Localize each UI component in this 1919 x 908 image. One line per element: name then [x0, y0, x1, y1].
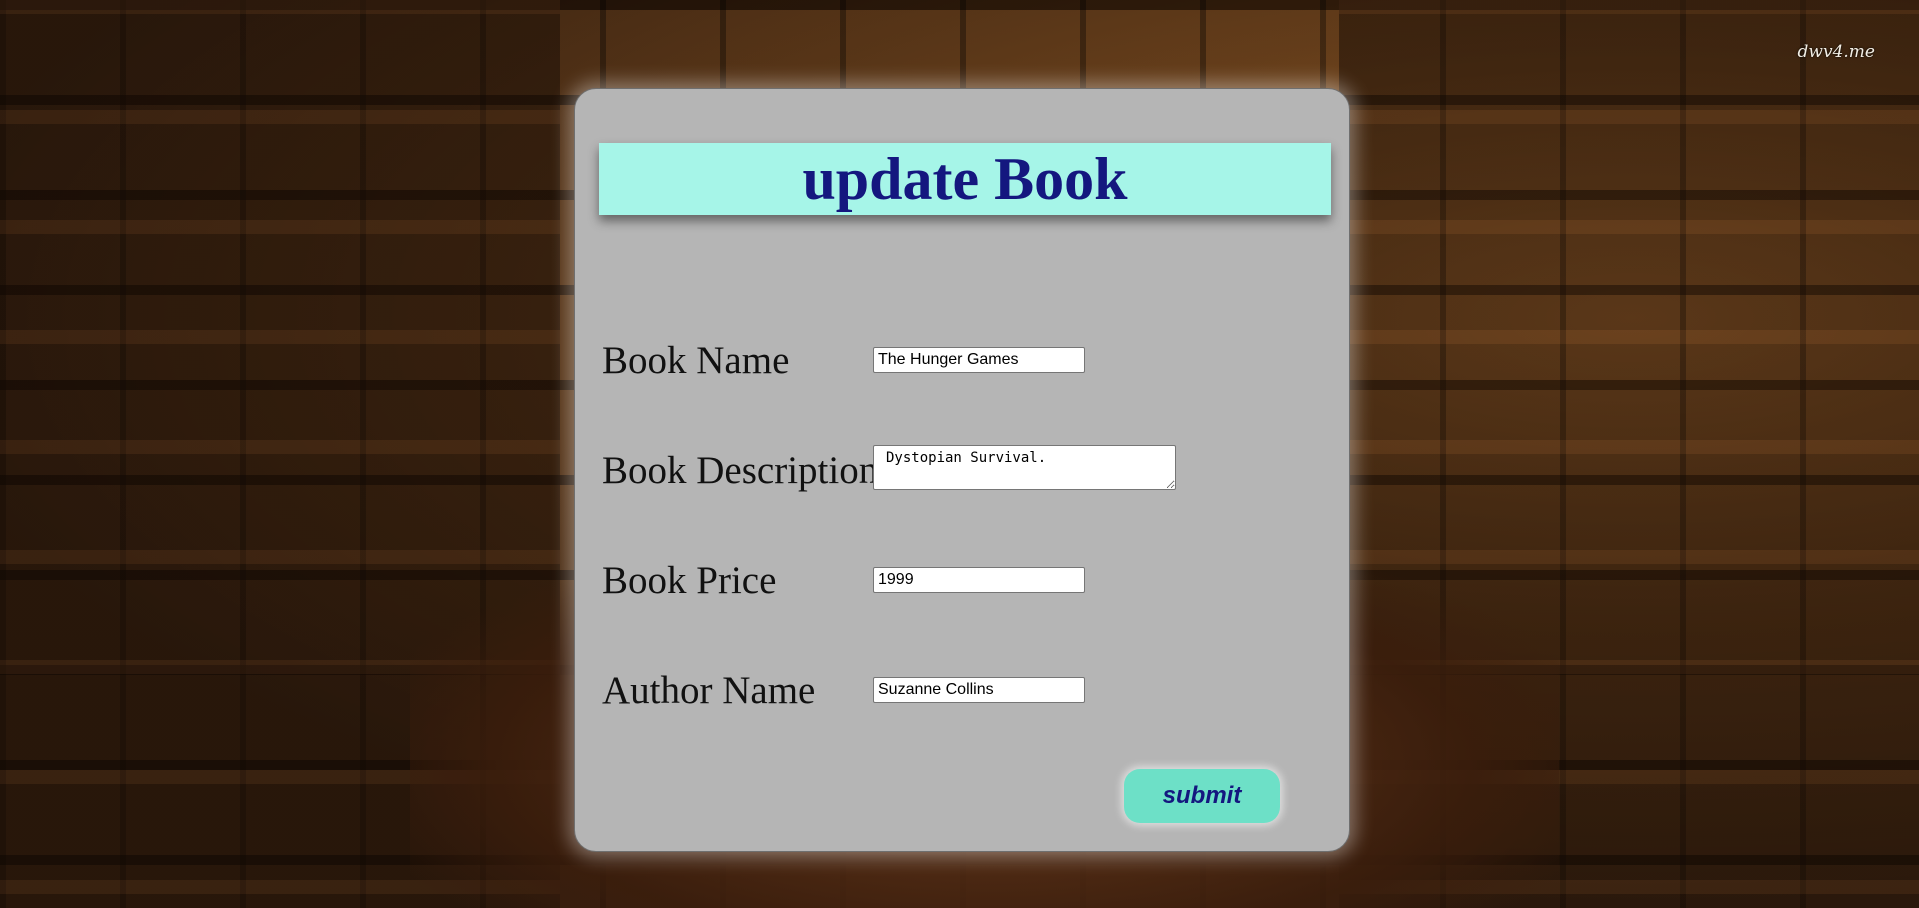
book-price-label: Book Price [602, 559, 777, 602]
author-name-label: Author Name [602, 669, 816, 712]
author-name-input[interactable] [873, 677, 1085, 703]
book-name-input[interactable] [873, 347, 1085, 373]
book-name-label: Book Name [602, 339, 790, 382]
submit-button[interactable]: submit [1124, 769, 1280, 823]
title-bar: update Book [599, 143, 1331, 215]
book-description-label: Book Description [602, 449, 879, 492]
page-title: update Book [802, 146, 1128, 212]
update-book-form: update Book Book Name Book Description D… [574, 88, 1350, 852]
book-price-input[interactable] [873, 567, 1085, 593]
watermark: dwv4.me [1797, 42, 1875, 62]
book-description-textarea[interactable]: Dystopian Survival. [873, 445, 1176, 490]
